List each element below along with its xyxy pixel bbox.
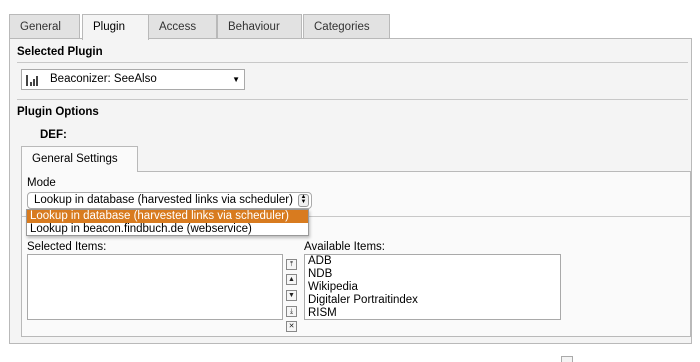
selected-items-list[interactable] [27, 254, 283, 320]
selected-plugin-title: Selected Plugin [17, 46, 103, 58]
general-settings-panel: Mode Lookup in database (harvested links… [21, 171, 691, 337]
move-up-icon[interactable]: ▲ [286, 274, 297, 285]
divider [17, 99, 688, 100]
tab-plugin[interactable]: Plugin [82, 14, 149, 40]
mode-select[interactable]: Lookup in database (harvested links via … [27, 192, 312, 209]
mode-select-value: Lookup in database (harvested links via … [34, 194, 293, 206]
list-item[interactable]: Wikipedia [305, 281, 560, 294]
updown-arrows-icon: ▲ ▼ [298, 194, 309, 207]
list-item[interactable]: RISM [305, 307, 560, 320]
plugin-select[interactable]: Beaconizer: SeeAlso ▼ [21, 69, 245, 90]
divider [17, 62, 688, 63]
def-label: DEF: [40, 129, 67, 141]
remove-item-icon[interactable]: ✕ [286, 321, 297, 332]
mode-label: Mode [27, 177, 56, 189]
plugin-select-value: Beaconizer: SeeAlso [50, 73, 157, 85]
selected-items-label: Selected Items: [27, 241, 107, 253]
tab-categories[interactable]: Categories [303, 14, 390, 39]
beacon-icon [26, 73, 40, 87]
checkbox[interactable] [561, 356, 573, 362]
chevron-down-icon: ▼ [232, 75, 240, 84]
move-bottom-icon[interactable]: ⤓ [286, 306, 297, 317]
available-items-label: Available Items: [304, 241, 385, 253]
mode-option-database[interactable]: Lookup in database (harvested links via … [27, 210, 308, 223]
available-items-list[interactable]: ADB NDB Wikipedia Digitaler Portraitinde… [304, 254, 561, 320]
tab-access[interactable]: Access [148, 14, 217, 39]
move-down-icon[interactable]: ▼ [286, 290, 297, 301]
mode-option-webservice[interactable]: Lookup in beacon.findbuch.de (webservice… [27, 223, 308, 236]
plugin-panel: Selected Plugin Beaconizer: SeeAlso ▼ Pl… [9, 38, 692, 344]
mode-dropdown[interactable]: Lookup in database (harvested links via … [26, 209, 309, 236]
tab-behaviour[interactable]: Behaviour [217, 14, 302, 39]
tab-general-settings[interactable]: General Settings [21, 146, 138, 172]
tab-general[interactable]: General [9, 14, 80, 39]
list-item[interactable]: Digitaler Portraitindex [305, 294, 560, 307]
move-top-icon[interactable]: ⤒ [286, 259, 297, 270]
list-item[interactable]: ADB [305, 255, 560, 268]
list-item[interactable]: NDB [305, 268, 560, 281]
plugin-options-title: Plugin Options [17, 106, 99, 118]
